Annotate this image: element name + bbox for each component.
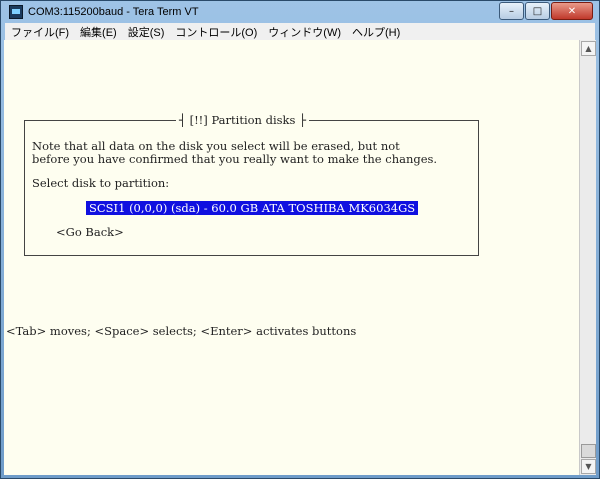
vertical-scrollbar[interactable]: ▲ ▼ [579,40,596,475]
arrow-up-icon[interactable]: ▲ [581,41,596,56]
select-disk-prompt: Select disk to partition: [32,176,170,190]
disk-option-sda[interactable]: SCSI1 (0,0,0) (sda) - 60.0 GB ATA TOSHIB… [86,201,419,215]
title-bar[interactable]: COM3:115200baud - Tera Term VT – □ ✕ [5,1,595,23]
scrollbar-thumb[interactable] [581,444,596,458]
menu-control[interactable]: コントロール(O) [175,24,257,40]
terminal-area[interactable]: ┤ [!!] Partition disks ├ Note that all d… [4,40,579,475]
maximize-button[interactable]: □ [525,2,550,20]
tera-term-icon[interactable] [9,5,23,19]
window-controls: – □ ✕ [498,2,593,20]
minimize-button[interactable]: – [499,2,524,20]
menu-help[interactable]: ヘルプ(H) [352,24,400,40]
menu-setup[interactable]: 設定(S) [128,24,165,40]
menu-bar: ファイル(F) 編集(E) 設定(S) コントロール(O) ウィンドウ(W) ヘ… [5,23,595,41]
note-line-1: Note that all data on the disk you selec… [32,139,400,153]
menu-window[interactable]: ウィンドウ(W) [268,24,341,40]
note-line-2: before you have confirmed that you reall… [32,152,438,166]
go-back-button[interactable]: <Go Back> [56,225,124,239]
dialog-title: ┤ [!!] Partition disks ├ [176,113,309,127]
close-button[interactable]: ✕ [551,2,593,20]
help-line: <Tab> moves; <Space> selects; <Enter> ac… [6,324,357,338]
menu-file[interactable]: ファイル(F) [11,24,69,40]
arrow-down-icon[interactable]: ▼ [581,459,596,474]
window-title: COM3:115200baud - Tera Term VT [28,6,199,18]
menu-edit[interactable]: 編集(E) [80,24,117,40]
